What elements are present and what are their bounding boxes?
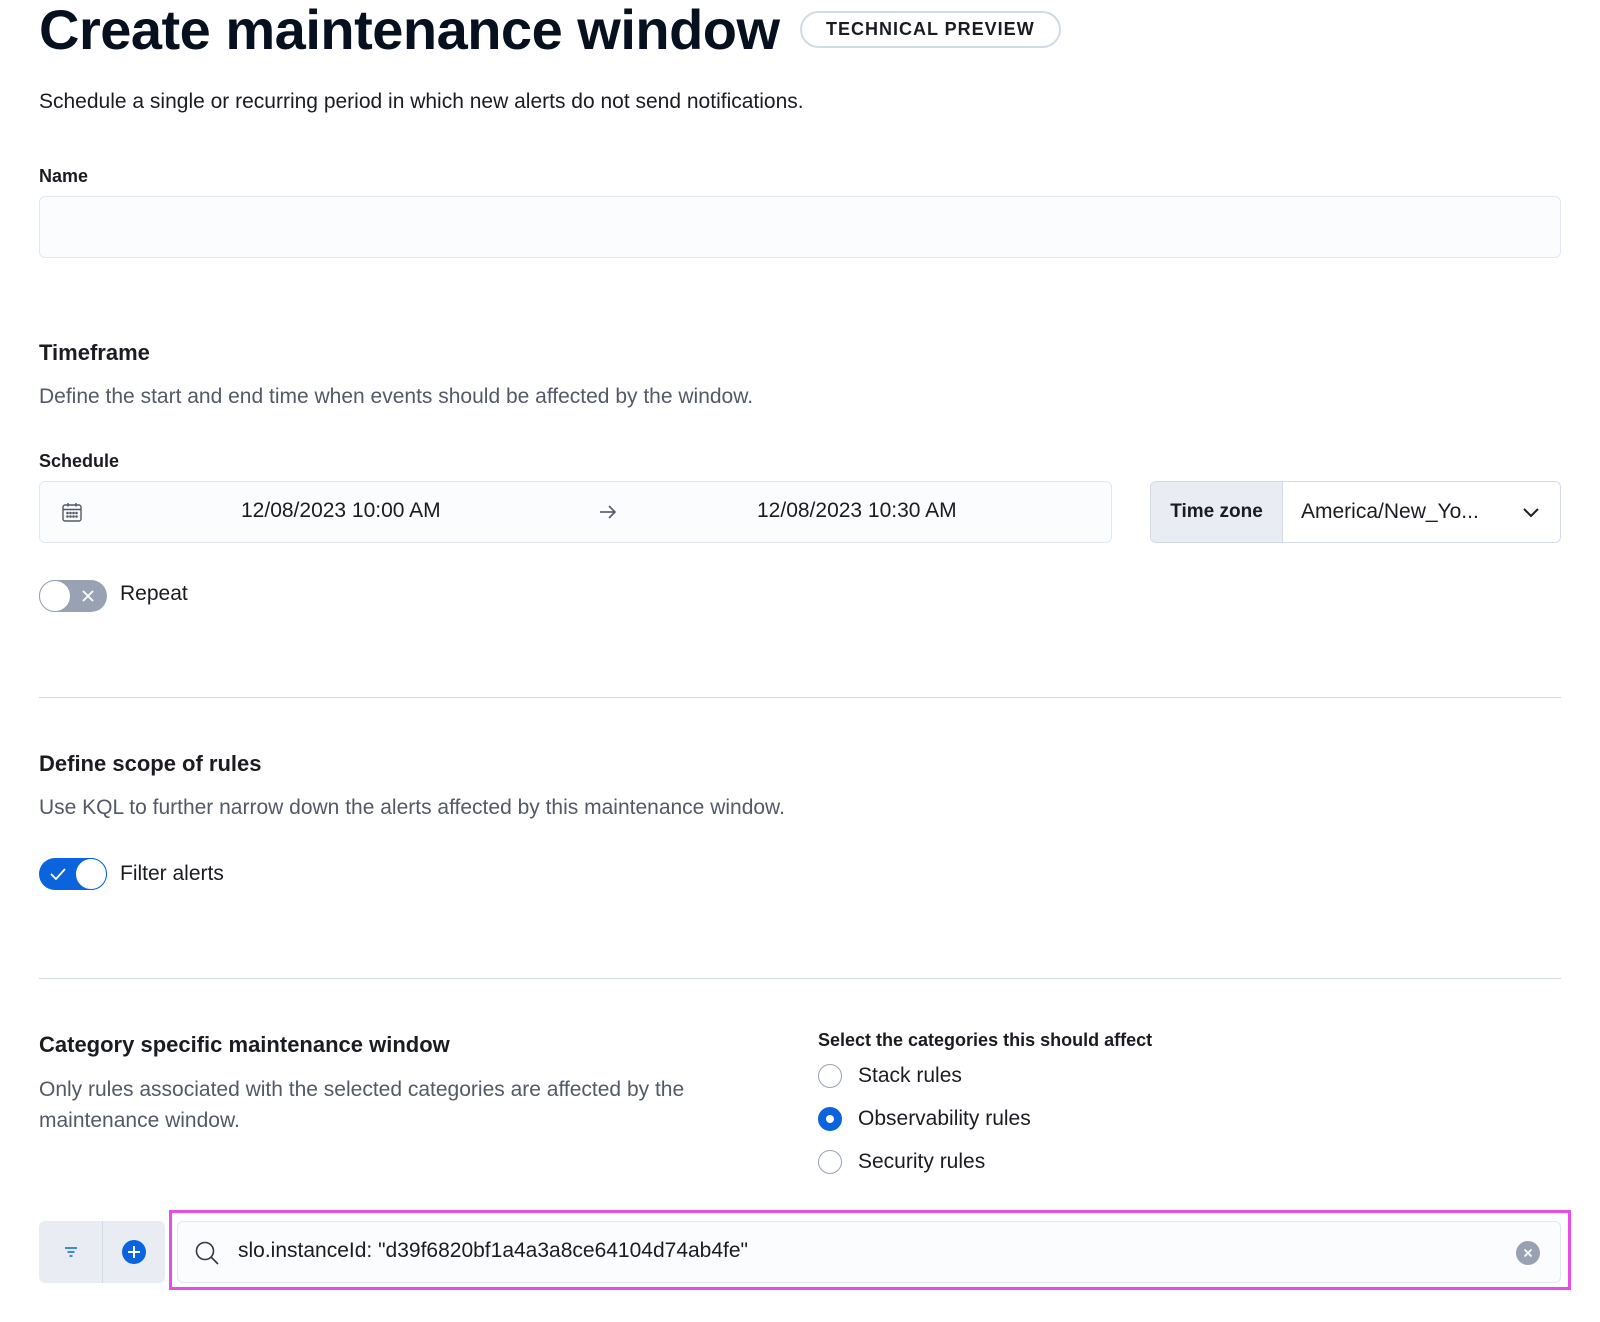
filter-menu-button[interactable]	[39, 1221, 102, 1283]
schedule-label: Schedule	[39, 451, 120, 471]
radio-label: Security rules	[858, 1150, 986, 1173]
radio-observability-rules[interactable]: Observability rules	[818, 1107, 1031, 1131]
name-input[interactable]	[40, 197, 1560, 257]
query-bar-buttons	[39, 1221, 165, 1283]
arrow-right-icon	[600, 505, 617, 519]
radio-security-rules[interactable]: Security rules	[818, 1150, 985, 1174]
radio-button[interactable]	[818, 1107, 842, 1131]
category-select-label: Select the categories this should affect	[818, 1030, 1153, 1050]
divider	[39, 978, 1561, 979]
check-icon	[50, 868, 66, 881]
repeat-toggle[interactable]	[39, 580, 107, 612]
add-filter-button[interactable]	[102, 1221, 165, 1283]
radio-stack-rules[interactable]: Stack rules	[818, 1064, 962, 1088]
calendar-icon	[62, 503, 82, 522]
filter-alerts-label: Filter alerts	[120, 862, 224, 885]
toggle-knob	[75, 858, 107, 890]
name-label: Name	[39, 166, 89, 186]
filter-alerts-toggle[interactable]	[39, 858, 107, 890]
filter-icon	[64, 1247, 77, 1257]
page-description: Schedule a single or recurring period in…	[39, 90, 804, 113]
category-title: Category specific maintenance window	[39, 1032, 450, 1057]
timeframe-title: Timeframe	[39, 340, 150, 365]
search-icon	[195, 1241, 219, 1265]
end-date-input[interactable]: 12/08/2023 10:30 AM	[757, 499, 957, 523]
chevron-down-icon	[1523, 508, 1539, 518]
name-field-wrapper	[39, 196, 1561, 258]
scope-title: Define scope of rules	[39, 751, 262, 776]
divider	[39, 697, 1561, 698]
repeat-label: Repeat	[120, 582, 188, 605]
radio-label: Stack rules	[858, 1064, 962, 1087]
radio-label: Observability rules	[858, 1107, 1031, 1130]
toggle-knob	[39, 580, 71, 612]
technical-preview-badge: TECHNICAL PREVIEW	[800, 11, 1061, 48]
clear-icon	[1523, 1248, 1533, 1258]
timezone-label: Time zone	[1151, 482, 1283, 542]
start-date-input[interactable]: 12/08/2023 10:00 AM	[241, 499, 441, 523]
radio-button[interactable]	[818, 1150, 842, 1174]
timezone-value: America/New_Yo...	[1301, 500, 1479, 523]
category-description: Only rules associated with the selected …	[39, 1078, 685, 1132]
timezone-value-wrapper[interactable]: America/New_Yo...	[1283, 482, 1560, 542]
radio-button[interactable]	[818, 1064, 842, 1088]
scope-description: Use KQL to further narrow down the alert…	[39, 796, 785, 819]
page-title: Create maintenance window	[39, 0, 780, 61]
close-icon	[82, 590, 94, 602]
timeframe-description: Define the start and end time when event…	[39, 385, 754, 408]
kql-query-input[interactable]: slo.instanceId: "d39f6820bf1a4a3a8ce6410…	[177, 1221, 1561, 1283]
kql-query-text[interactable]: slo.instanceId: "d39f6820bf1a4a3a8ce6410…	[238, 1239, 748, 1263]
timezone-select[interactable]: Time zone America/New_Yo...	[1150, 481, 1561, 543]
plus-circle-icon	[122, 1240, 146, 1264]
schedule-date-range: 12/08/2023 10:00 AM 12/08/2023 10:30 AM	[39, 481, 1112, 543]
clear-query-button[interactable]	[1516, 1241, 1540, 1265]
